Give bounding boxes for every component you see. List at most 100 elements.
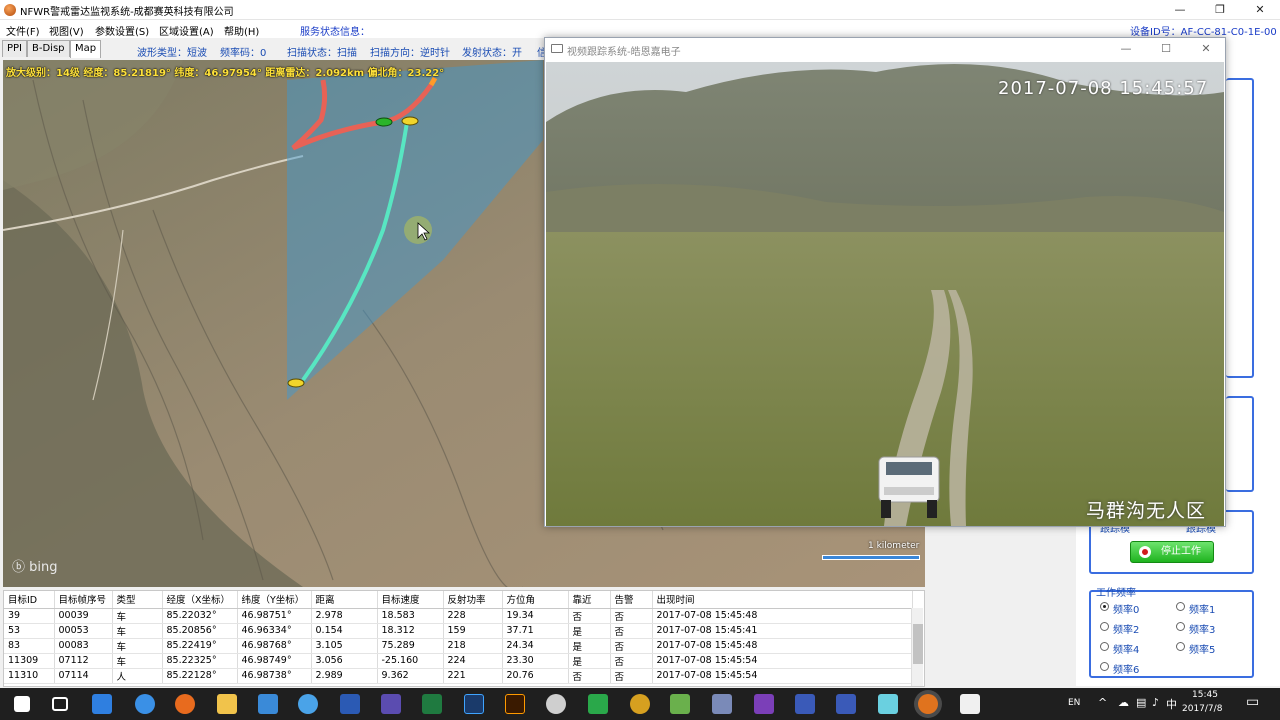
maximize-button[interactable]: ❐: [1200, 0, 1240, 20]
video-tracking-window[interactable]: 视频跟踪系统-皓恩嘉电子 — ☐ ✕: [544, 37, 1226, 527]
send-icon[interactable]: [258, 694, 278, 714]
title-bar: NFWR警戒雷达监视系统-成都赛英科技有限公司 — ❐ ✕: [0, 0, 1280, 20]
service-status-info: 服务状态信息：: [300, 27, 370, 38]
table-cell: 39: [4, 608, 55, 624]
video-feed[interactable]: [546, 62, 1224, 526]
visual-foxpro-icon[interactable]: [381, 694, 401, 714]
column-header[interactable]: 告警: [610, 591, 653, 609]
radar-app-taskbar-icon[interactable]: [918, 694, 938, 714]
table-cell: 07112: [54, 653, 113, 669]
ime-icon[interactable]: 中: [1166, 696, 1177, 712]
tool-app-icon[interactable]: [546, 694, 566, 714]
table-cell: 否: [610, 653, 653, 669]
photoshop-icon[interactable]: [464, 694, 484, 714]
document-app-icon[interactable]: [712, 694, 732, 714]
clock-time[interactable]: 15:45: [1192, 690, 1218, 700]
shield-app-icon[interactable]: [588, 694, 608, 714]
target-marker-green[interactable]: [375, 117, 393, 127]
notepad-app-icon[interactable]: [670, 694, 690, 714]
scrollbar-thumb[interactable]: [913, 624, 923, 664]
word-icon[interactable]: [340, 694, 360, 714]
table-cell: 否: [610, 608, 653, 624]
bing-logo: ⓑ bing: [12, 556, 58, 575]
edge-browser-icon[interactable]: [92, 694, 112, 714]
map-provider: bing: [29, 560, 58, 575]
table-cell: 2017-07-08 15:45:48: [652, 638, 913, 654]
table-row[interactable]: 39 00039 车 85.22032° 46.98751° 2.978 18.583 228…: [4, 608, 913, 624]
tab-b-disp[interactable]: B-Disp: [27, 40, 70, 57]
menu-help[interactable]: 帮助(H): [224, 23, 259, 38]
menu-params[interactable]: 参数设置(S): [95, 23, 149, 38]
yellow-app-icon[interactable]: [630, 694, 650, 714]
video-maximize-button[interactable]: ☐: [1147, 38, 1185, 60]
menu-file[interactable]: 文件(F): [6, 23, 40, 38]
stop-work-button[interactable]: 停止工作: [1130, 541, 1214, 563]
column-header[interactable]: 目标速度: [377, 591, 444, 609]
file-explorer-icon[interactable]: [217, 694, 237, 714]
notification-icon[interactable]: ▭: [1246, 694, 1259, 710]
column-header[interactable]: 纬度（Y坐标）: [237, 591, 312, 609]
column-header[interactable]: 类型: [112, 591, 163, 609]
column-header[interactable]: 靠近: [568, 591, 611, 609]
tray-chevron-icon[interactable]: ^: [1098, 696, 1107, 709]
column-header[interactable]: 反射功率: [443, 591, 503, 609]
target-marker-yellow[interactable]: [401, 116, 419, 126]
table-cell: 否: [568, 668, 611, 684]
close-button[interactable]: ✕: [1240, 0, 1280, 20]
table-scrollbar[interactable]: [911, 608, 923, 686]
table-row[interactable]: 83 00083 车 85.22419° 46.98768° 3.105 75.289 218…: [4, 638, 913, 654]
table-cell: 否: [568, 608, 611, 624]
radar-site-marker[interactable]: [287, 378, 305, 388]
table-cell: 是: [568, 623, 611, 639]
table-cell: 159: [443, 623, 503, 639]
network-app-icon[interactable]: [298, 694, 318, 714]
radio-icon: [1176, 602, 1185, 611]
visual-studio-code-icon[interactable]: [795, 694, 815, 714]
excel-icon[interactable]: [422, 694, 442, 714]
column-header[interactable]: 经度（X坐标）: [162, 591, 238, 609]
table-cell: 是: [568, 638, 611, 654]
table-row[interactable]: 11309 07112 车 85.22325° 46.98749° 3.056 -25.16…: [4, 653, 913, 669]
cup-app-icon[interactable]: [878, 694, 898, 714]
table-cell: 37.71: [502, 623, 569, 639]
menu-region[interactable]: 区域设置(A): [159, 23, 214, 38]
status-scan-state: 扫描状态：扫描: [287, 48, 357, 59]
task-view-icon[interactable]: [52, 697, 68, 711]
clock-date[interactable]: 2017/7/8: [1182, 704, 1222, 714]
status-freq-code: 频率码：0: [220, 48, 267, 59]
table-cell: 否: [610, 623, 653, 639]
network-icon[interactable]: ▤: [1136, 696, 1146, 709]
start-windows-icon[interactable]: [14, 696, 30, 712]
input-language[interactable]: EN: [1068, 698, 1080, 708]
visual-studio-icon[interactable]: [754, 694, 774, 714]
table-cell: 75.289: [377, 638, 444, 654]
column-header[interactable]: 出现时间: [652, 591, 913, 609]
column-header[interactable]: 目标ID: [4, 591, 55, 609]
column-header[interactable]: 目标帧序号: [54, 591, 113, 609]
volume-icon[interactable]: ♪: [1152, 696, 1159, 709]
firefox-icon[interactable]: [175, 694, 195, 714]
video-app-taskbar-icon[interactable]: [960, 694, 980, 714]
cloud-icon[interactable]: ☁: [1118, 696, 1129, 709]
table-row[interactable]: 53 00053 车 85.20856° 46.96334° 0.154 18.312 159…: [4, 623, 913, 639]
menu-view[interactable]: 视图(V): [49, 23, 84, 38]
remote-app-icon[interactable]: [836, 694, 856, 714]
bing-icon: ⓑ: [12, 560, 26, 575]
minimize-button[interactable]: —: [1160, 0, 1200, 20]
tab-map[interactable]: Map: [70, 40, 102, 58]
table-cell: 23.30: [502, 653, 569, 669]
video-timestamp: 2017-07-08 15:45:57: [998, 78, 1209, 99]
map-info-overlay: 放大级别：14级 经度：85.21819° 纬度：46.97954° 距离雷达：…: [6, 68, 445, 79]
video-minimize-button[interactable]: —: [1107, 38, 1145, 60]
table-header: 目标ID 目标帧序号 类型 经度（X坐标） 纬度（Y坐标） 距离 目标速度 反射功率 方位角 靠近…: [4, 591, 913, 609]
illustrator-icon[interactable]: [505, 694, 525, 714]
table-cell: 228: [443, 608, 503, 624]
table-row[interactable]: 11310 07114 人 85.22128° 46.98738° 2.989 9.362 2…: [4, 668, 913, 684]
table-cell: 2017-07-08 15:45:41: [652, 623, 913, 639]
tab-ppi[interactable]: PPI: [2, 40, 28, 57]
ie-browser-icon[interactable]: [135, 694, 155, 714]
target-table[interactable]: 目标ID 目标帧序号 类型 经度（X坐标） 纬度（Y坐标） 距离 目标速度 反射功率 方位角 靠近…: [3, 590, 925, 687]
column-header[interactable]: 方位角: [502, 591, 569, 609]
column-header[interactable]: 距离: [311, 591, 378, 609]
video-close-button[interactable]: ✕: [1187, 38, 1225, 60]
